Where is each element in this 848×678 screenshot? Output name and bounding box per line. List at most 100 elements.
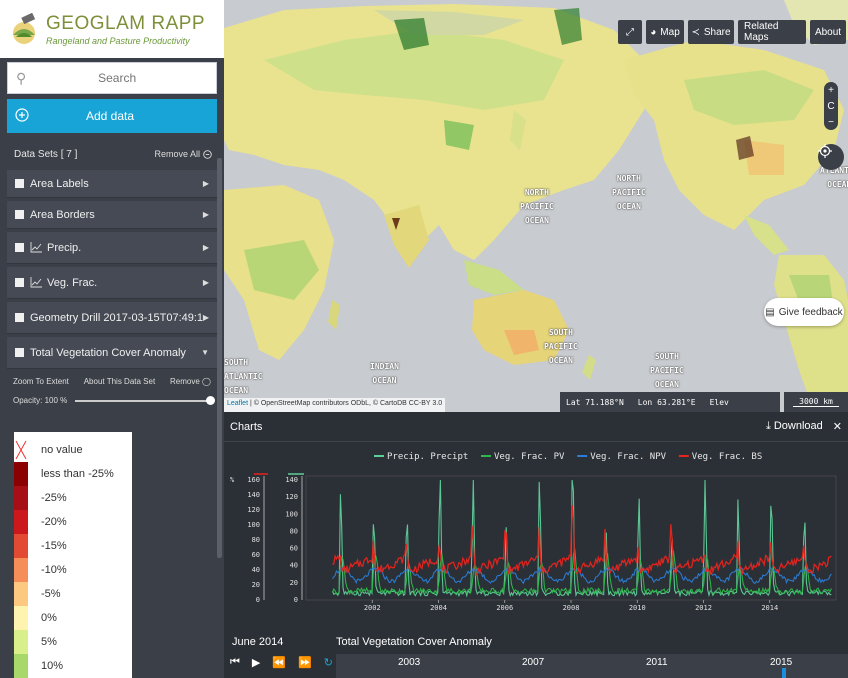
x-axis-tick-label: 2008 (563, 604, 580, 612)
my-location-button[interactable] (818, 144, 844, 170)
dataset-precip[interactable]: Precip. ▶ (7, 232, 217, 264)
time-series-chart[interactable]: Precip. Precipt Veg. Frac. PV Veg. Frac. N… (224, 446, 848, 636)
related-maps-button[interactable]: Related Maps (738, 20, 806, 44)
opacity-label: Opacity: 100 % (13, 396, 68, 405)
loop-icon[interactable]: ↻ (324, 656, 333, 669)
search-input[interactable] (26, 71, 208, 85)
chevron-right-icon[interactable]: ▶ (203, 243, 209, 252)
legend-item: -15% (14, 534, 132, 558)
chevron-right-icon[interactable]: ▶ (203, 179, 209, 188)
left-axis-tick: 60 (252, 551, 260, 559)
feedback-label: Give feedback (778, 306, 843, 318)
timeline-track[interactable]: 2003 2007 2011 2015 (336, 654, 848, 678)
zoom-control: + C − (824, 82, 838, 130)
brand-subtitle: Rangeland and Pasture Productivity (46, 35, 190, 46)
chevron-down-icon[interactable]: ▼ (201, 348, 209, 357)
rewind-icon[interactable]: ⏪ (272, 656, 286, 669)
legend-label: -10% (41, 564, 67, 576)
dataset-total-vegetation-cover-anomaly[interactable]: Total Vegetation Cover Anomaly ▼ (7, 337, 217, 369)
left-axis-tick: 160 (247, 476, 260, 484)
dataset-tools: Zoom To Extent About This Data Set Remov… (7, 369, 217, 405)
zoom-reset-button[interactable]: C (827, 101, 834, 112)
fullscreen-button[interactable]: ⤢ (618, 20, 642, 44)
left-axis-tick: 100 (247, 521, 260, 529)
leaflet-link[interactable]: Leaflet (227, 400, 248, 407)
search-box[interactable]: ⚲ (7, 62, 217, 94)
map-button-label: Map (660, 26, 680, 38)
brand-header[interactable]: GEOGLAM RAPP Rangeland and Pasture Produ… (0, 0, 224, 58)
map-view[interactable]: NORTH PACIFIC OCEAN NORTH PACIFIC OCEAN … (224, 0, 848, 412)
timeline-year: 2015 (770, 657, 793, 668)
map-legend: no value less than -25% -25% -20% -15% -10% -5… (14, 432, 132, 678)
right-axis-tick: 40 (290, 562, 298, 570)
dataset-area-labels[interactable]: Area Labels ▶ (7, 170, 217, 198)
ocean-label-north-pacific-west: NORTH PACIFIC OCEAN (520, 188, 554, 225)
remove-icon (203, 149, 212, 159)
fast-forward-icon[interactable]: ⏩ (298, 656, 312, 669)
right-axis-tick: 120 (285, 493, 298, 501)
add-data-button[interactable]: Add data (7, 99, 217, 133)
chart-legend-label: Veg. Frac. BS (692, 452, 762, 462)
dataset-geometry-drill[interactable]: Geometry Drill 2017-03-15T07:49:12 ▶ (7, 302, 217, 334)
about-button-label: About (814, 26, 842, 38)
zoom-to-extent-link[interactable]: Zoom To Extent (13, 377, 69, 386)
play-icon[interactable]: ▶ (252, 656, 260, 669)
visibility-checkbox[interactable] (15, 313, 24, 322)
chevron-right-icon[interactable]: ▶ (203, 278, 209, 287)
visibility-checkbox[interactable] (15, 348, 24, 357)
dataset-label: Precip. (47, 241, 82, 254)
share-button[interactable]: ≺ Share (688, 20, 734, 44)
dataset-label: Geometry Drill 2017-03-15T07:49:12 (30, 311, 203, 324)
left-axis-tick: 120 (247, 506, 260, 514)
visibility-checkbox[interactable] (15, 278, 24, 287)
sidebar-scrollbar[interactable] (217, 158, 222, 558)
legend-item: 0% (14, 606, 132, 630)
add-data-label: Add data (85, 109, 135, 123)
zoom-in-button[interactable]: + (828, 85, 834, 96)
line-chart-icon (30, 277, 42, 288)
attribution-text: | © OpenStreetMap contributors ODbL, © C… (248, 400, 443, 407)
charts-title: Charts (230, 420, 263, 433)
timeline-current-marker[interactable] (782, 668, 786, 678)
map-settings-button[interactable]: ◕ Map (646, 20, 684, 44)
timeline-year: 2003 (398, 657, 421, 668)
datasets-header: Data Sets [ 7 ] Remove All (0, 141, 224, 167)
related-maps-label: Related Maps (744, 21, 779, 43)
chevron-right-icon[interactable]: ▶ (203, 210, 209, 219)
chart-legend-label: Veg. Frac. NPV (590, 452, 666, 462)
plus-circle-icon (15, 107, 29, 125)
left-axis-label: % (230, 476, 235, 484)
opacity-slider[interactable] (75, 395, 215, 405)
about-dataset-link[interactable]: About This Data Set (84, 377, 155, 386)
legend-label: 0% (41, 612, 57, 624)
legend-label: -15% (41, 540, 67, 552)
zoom-out-button[interactable]: − (828, 117, 834, 128)
remove-dataset-link[interactable]: Remove ◯ (170, 377, 211, 386)
right-axis-tick: 100 (285, 510, 298, 518)
legend-swatch (14, 558, 28, 582)
datasets-count: Data Sets [ 7 ] (14, 148, 78, 160)
x-axis-tick-label: 2002 (364, 604, 381, 612)
give-feedback-button[interactable]: ▤ Give feedback (764, 298, 844, 326)
dataset-area-borders[interactable]: Area Borders ▶ (7, 201, 217, 229)
download-button[interactable]: ⤓ Download (766, 420, 823, 433)
visibility-checkbox[interactable] (15, 210, 24, 219)
x-axis-tick-label: 2004 (430, 604, 447, 612)
chevron-right-icon[interactable]: ▶ (203, 313, 209, 322)
opacity-slider-knob[interactable] (206, 395, 215, 405)
about-button[interactable]: About (810, 20, 846, 44)
visibility-checkbox[interactable] (15, 243, 24, 252)
visibility-checkbox[interactable] (15, 179, 24, 188)
geoglam-logo (8, 12, 40, 45)
app-root: GEOGLAM RAPP Rangeland and Pasture Produ… (0, 0, 848, 678)
timeline-year: 2007 (522, 657, 545, 668)
close-charts-button[interactable]: ✕ (833, 420, 842, 433)
legend-item: 10% (14, 654, 132, 678)
ocean-label-south-atlantic: SOUTH ATLANTIC OCEAN (224, 358, 263, 395)
legend-label: no value (41, 444, 83, 456)
skip-start-icon[interactable]: ⏮ (230, 656, 240, 669)
dataset-label: Area Borders (30, 208, 95, 221)
remove-all-button[interactable]: Remove All (154, 149, 212, 159)
dataset-veg-frac[interactable]: Veg. Frac. ▶ (7, 267, 217, 299)
chart-legend-label: Veg. Frac. PV (494, 452, 565, 462)
